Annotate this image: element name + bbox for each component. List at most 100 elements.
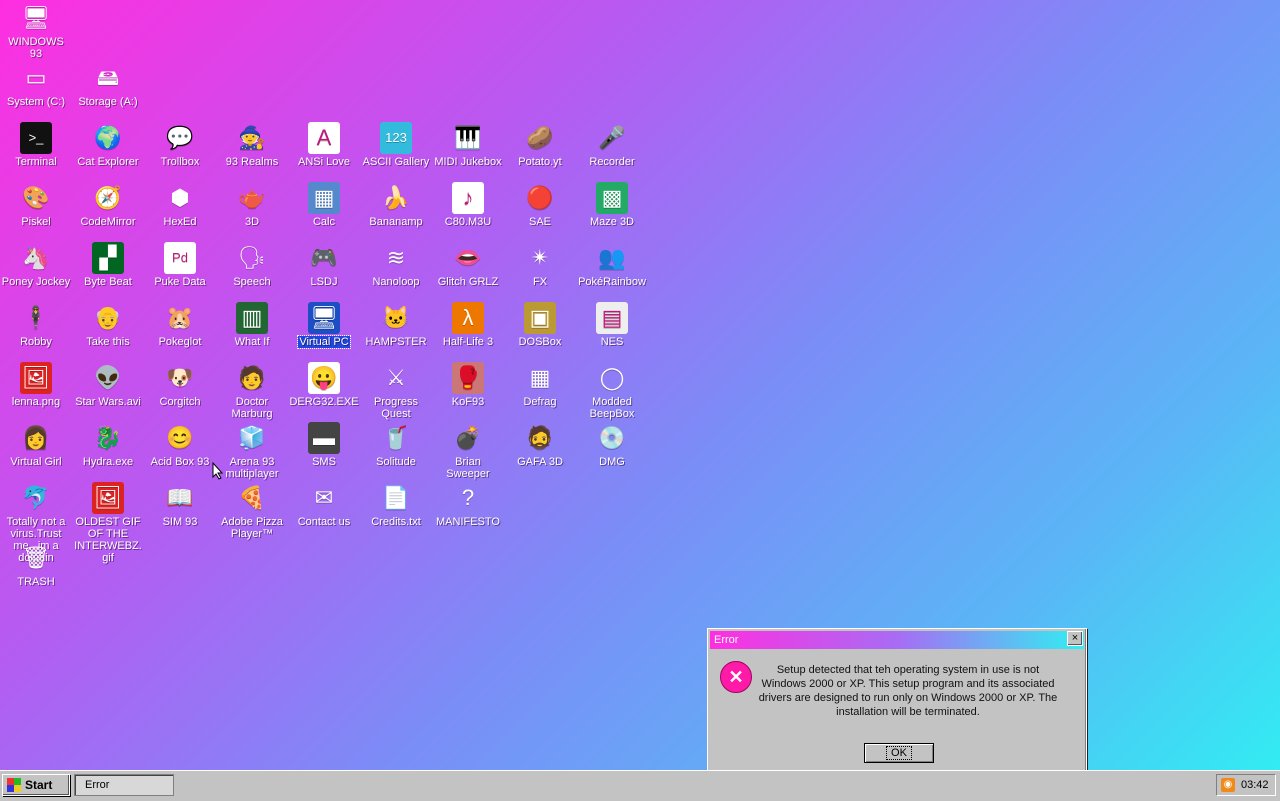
- modded-beepbox-icon: ◯: [599, 365, 625, 390]
- desktop-icon-adobe-pizza[interactable]: 🍕 Adobe Pizza Player™: [216, 482, 288, 540]
- desktop-icon-doctor-marburg[interactable]: 🧑 Doctor Marburg: [216, 362, 288, 420]
- desktop-icon-midi-jukebox[interactable]: 🎹 MIDI Jukebox: [432, 122, 504, 168]
- desktop-icon-trollbox[interactable]: 💬 Trollbox: [144, 122, 216, 168]
- desktop-icon-3d[interactable]: 🫖 3D: [216, 182, 288, 228]
- desktop-icon-what-if[interactable]: ▥ What If: [216, 302, 288, 348]
- taskbar-item-error[interactable]: Error: [74, 774, 174, 796]
- desktop-icon-oldest-gif[interactable]: 🖼 OLDEST GIF OF THE INTERWEBZ.gif: [72, 482, 144, 564]
- desktop-icon-label: GAFA 3D: [517, 456, 563, 468]
- desktop-icon-lsdj[interactable]: 🎮 LSDJ: [288, 242, 360, 288]
- desktop-icon-terminal[interactable]: >_ Terminal: [0, 122, 72, 168]
- desktop-icon-corgitch[interactable]: 🐶 Corgitch: [144, 362, 216, 408]
- error-dialog: Error × ✕ Setup detected that teh operat…: [707, 628, 1087, 772]
- desktop-icon-calc[interactable]: ▦ Calc: [288, 182, 360, 228]
- desktop-icon-maze-3d[interactable]: ▩ Maze 3D: [576, 182, 648, 228]
- desktop-icon-virtual-girl[interactable]: 👩 Virtual Girl: [0, 422, 72, 468]
- desktop-icon-defrag[interactable]: ▦ Defrag: [504, 362, 576, 408]
- desktop-icon-recorder[interactable]: 🎤 Recorder: [576, 122, 648, 168]
- desktop-icon-label: Corgitch: [159, 396, 201, 408]
- desktop-icon-contact-us[interactable]: ✉ Contact us: [288, 482, 360, 528]
- desktop-icon-label: DERG32.EXE: [289, 396, 359, 408]
- sae-icon: 🔴: [526, 185, 554, 210]
- bananamp-icon: 🍌: [382, 185, 410, 210]
- desktop-icon-glitch-grlz[interactable]: 👄 Glitch GRLZ: [432, 242, 504, 288]
- desktop-icon-virtual-pc[interactable]: 🖥 Virtual PC: [288, 302, 360, 349]
- desktop-icon-ascii-gallery[interactable]: 123 ASCII Gallery: [360, 122, 432, 168]
- desktop-icon-storage-a[interactable]: 🖴 Storage (A:): [72, 62, 144, 108]
- desktop-icon-pokeglot[interactable]: 🐹 Pokeglot: [144, 302, 216, 348]
- cat-explorer-icon: 🌍: [94, 125, 122, 150]
- desktop-icon-trash[interactable]: 🗑 TRASH: [0, 542, 72, 588]
- ok-button[interactable]: OK: [864, 743, 934, 763]
- ascii-gallery-icon: 123: [380, 122, 412, 154]
- desktop-icon-dosbox[interactable]: ▣ DOSBox: [504, 302, 576, 348]
- desktop-icon-label: Byte Beat: [84, 276, 132, 288]
- desktop-icon-label: DOSBox: [518, 336, 562, 348]
- dialog-titlebar[interactable]: Error: [710, 631, 1084, 649]
- close-icon[interactable]: ×: [1067, 631, 1083, 646]
- desktop-icon-piskel[interactable]: 🎨 Piskel: [0, 182, 72, 228]
- desktop-icon-windows93[interactable]: 🖥 WINDOWS 93: [0, 2, 72, 60]
- c80-m3u-icon: ♪: [452, 182, 484, 214]
- desktop-icon-ansi-love[interactable]: A ANSi Love: [288, 122, 360, 168]
- desktop-icon-progress-quest[interactable]: ⚔ Progress Quest: [360, 362, 432, 420]
- ok-button-label: OK: [886, 746, 912, 760]
- desktop-icon-modded-beepbox[interactable]: ◯ Modded BeepBox: [576, 362, 648, 420]
- desktop-icon-label: Virtual PC: [297, 335, 351, 349]
- desktop-icon-solitude[interactable]: 🥤 Solitude: [360, 422, 432, 468]
- desktop-icon-label: KoF93: [451, 396, 485, 408]
- desktop-icon-sim-93[interactable]: 📖 SIM 93: [144, 482, 216, 528]
- error-icon: ✕: [720, 661, 752, 693]
- desktop-icon-nanoloop[interactable]: ≋ Nanoloop: [360, 242, 432, 288]
- defrag-icon: ▦: [529, 365, 551, 390]
- desktop-icon-label: Half-Life 3: [442, 336, 494, 348]
- rss-icon[interactable]: ◉: [1221, 778, 1235, 792]
- calc-icon: ▦: [308, 182, 340, 214]
- desktop-icon-take-this[interactable]: 👴 Take this: [72, 302, 144, 348]
- desktop-icon-nes[interactable]: ▤ NES: [576, 302, 648, 348]
- desktop-icon-system-c[interactable]: ▭ System (C:): [0, 62, 72, 108]
- desktop-icon-poney-jockey[interactable]: 🦄 Poney Jockey: [0, 242, 72, 288]
- start-button[interactable]: Start: [2, 774, 70, 796]
- ansi-love-icon: A: [308, 122, 340, 154]
- desktop-icon-credits-txt[interactable]: 📄 Credits.txt: [360, 482, 432, 528]
- desktop-icon-bananamp[interactable]: 🍌 Bananamp: [360, 182, 432, 228]
- desktop-icon-hydra-exe[interactable]: 🐉 Hydra.exe: [72, 422, 144, 468]
- desktop-icon-manifesto[interactable]: ? MANIFESTO: [432, 482, 504, 528]
- desktop-icon-label: Adobe Pizza Player™: [221, 516, 283, 540]
- desktop-icon-gafa-3d[interactable]: 🧔 GAFA 3D: [504, 422, 576, 468]
- desktop-icon-robby[interactable]: 🕴 Robby: [0, 302, 72, 348]
- desktop-icon-arena-93[interactable]: 🧊 Arena 93 multiplayer: [216, 422, 288, 480]
- desktop-icon-hampster[interactable]: 🐱 HAMPSTER: [360, 302, 432, 348]
- desktop-icon-puke-data[interactable]: Pd Puke Data: [144, 242, 216, 288]
- desktop-icon-sae[interactable]: 🔴 SAE: [504, 182, 576, 228]
- potato-yt-icon: 🥔: [526, 125, 554, 150]
- desktop-icon-hexed[interactable]: ⬢ HexEd: [144, 182, 216, 228]
- desktop-icon-kof93[interactable]: 🥊 KoF93: [432, 362, 504, 408]
- desktop-icon-label: NES: [600, 336, 624, 348]
- desktop-icon-label: Puke Data: [154, 276, 206, 288]
- desktop-icon-derg32[interactable]: 😛 DERG32.EXE: [288, 362, 360, 408]
- oldest-gif-icon: 🖼: [92, 482, 124, 514]
- desktop-icon-label: Robby: [20, 336, 52, 348]
- desktop-icon-codemirror[interactable]: 🧭 CodeMirror: [72, 182, 144, 228]
- desktop-icon-label: HAMPSTER: [365, 336, 427, 348]
- desktop-icon-potato-yt[interactable]: 🥔 Potato.yt: [504, 122, 576, 168]
- desktop-icon-brian-sweeper[interactable]: 💣 Brian Sweeper: [432, 422, 504, 480]
- desktop-icon-acid-box-93[interactable]: 😊 Acid Box 93: [144, 422, 216, 468]
- desktop-icon-sms[interactable]: ▬ SMS: [288, 422, 360, 468]
- desktop-icon-fx[interactable]: ✴ FX: [504, 242, 576, 288]
- desktop-icon-label: CodeMirror: [80, 216, 136, 228]
- what-if-icon: ▥: [236, 302, 268, 334]
- desktop-icon-c80-m3u[interactable]: ♪ C80.M3U: [432, 182, 504, 228]
- desktop-icon-star-wars[interactable]: 👽 Star Wars.avi: [72, 362, 144, 408]
- poney-jockey-icon: 🦄: [22, 245, 50, 270]
- desktop-icon-pokerainbow[interactable]: 👥 PokéRainbow: [576, 242, 648, 288]
- desktop-icon-dmg[interactable]: 💿 DMG: [576, 422, 648, 468]
- desktop-icon-speech[interactable]: 🗣 Speech: [216, 242, 288, 288]
- desktop-icon-half-life-3[interactable]: λ Half-Life 3: [432, 302, 504, 348]
- desktop-icon-93-realms[interactable]: 🧙 93 Realms: [216, 122, 288, 168]
- desktop-icon-byte-beat[interactable]: ▞ Byte Beat: [72, 242, 144, 288]
- desktop-icon-lenna-png[interactable]: 🖼 lenna.png: [0, 362, 72, 408]
- desktop-icon-cat-explorer[interactable]: 🌍 Cat Explorer: [72, 122, 144, 168]
